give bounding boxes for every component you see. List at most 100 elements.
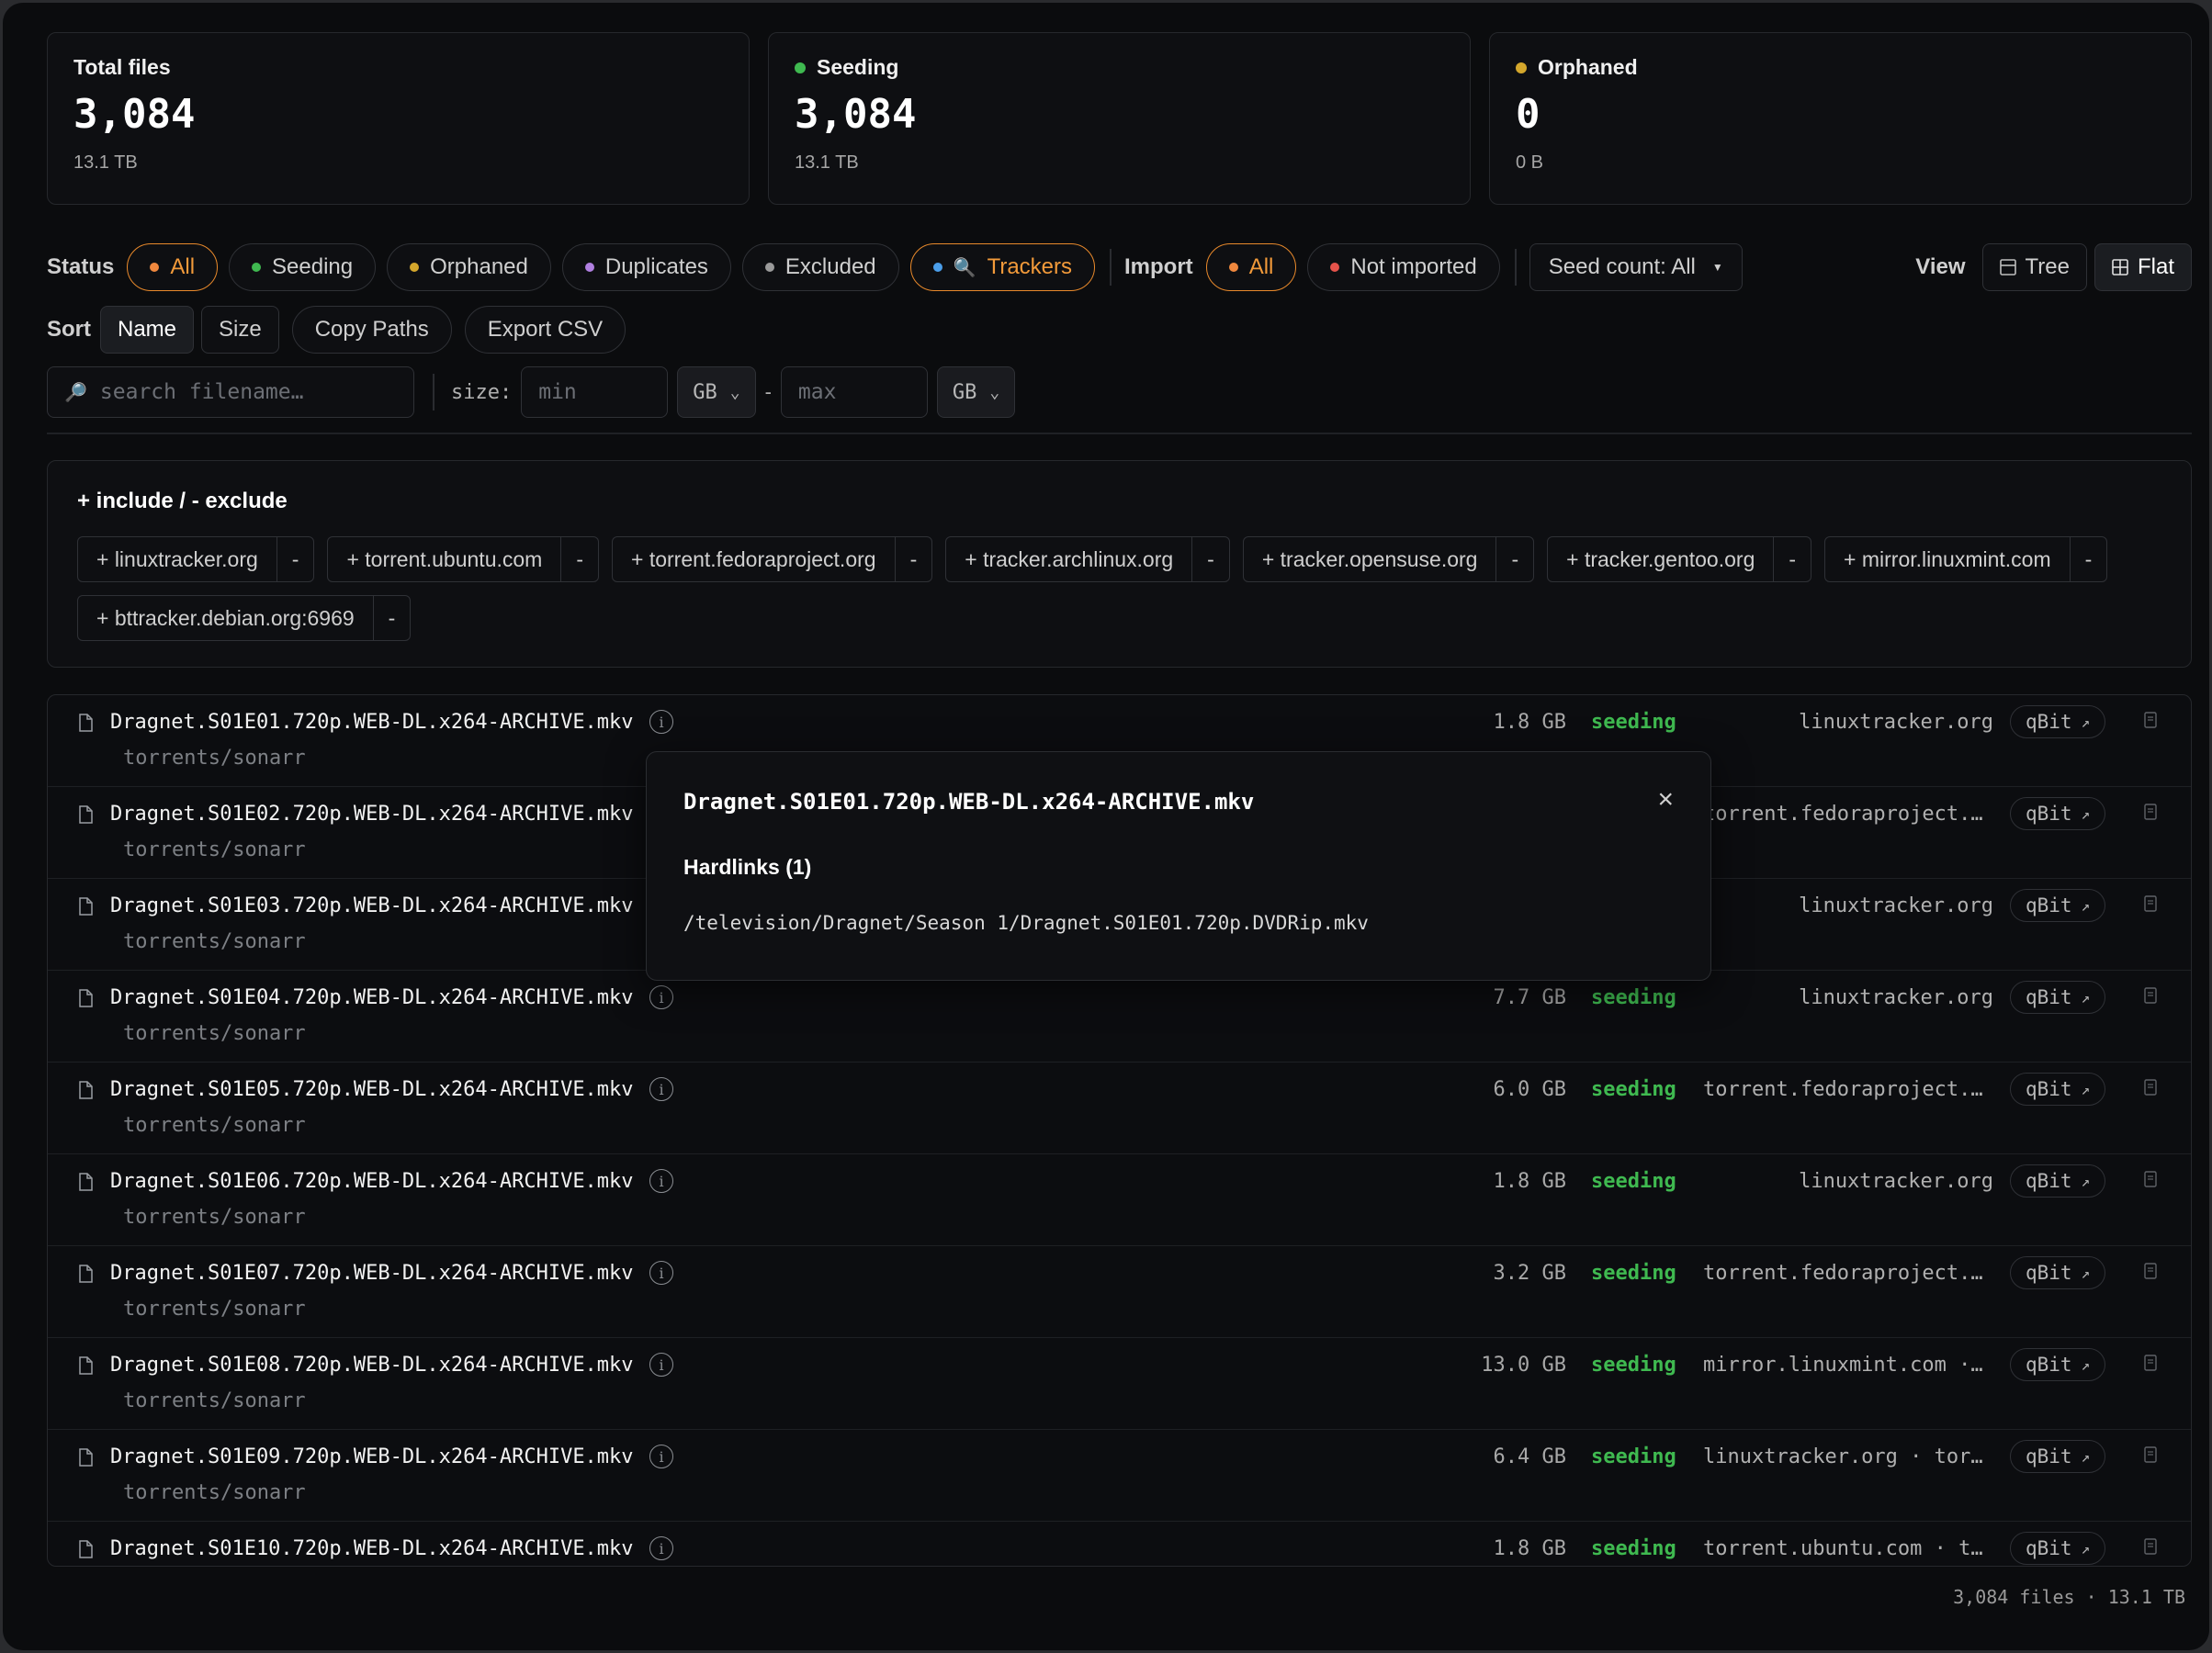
file-size: 1.8 GB xyxy=(1493,1537,1566,1560)
sort-size-button[interactable]: Size xyxy=(201,306,279,354)
qbit-link-button[interactable]: qBit ↗ xyxy=(2010,797,2106,830)
filter-import-not-imported[interactable]: Not imported xyxy=(1307,243,1500,291)
file-icon xyxy=(79,714,93,732)
info-icon[interactable]: i xyxy=(649,710,673,734)
copy-icon[interactable] xyxy=(2144,1538,2157,1555)
qbit-link-button[interactable]: qBit ↗ xyxy=(2010,1532,2106,1565)
filter-import-all[interactable]: All xyxy=(1205,243,1297,291)
status-dot-icon xyxy=(1330,263,1340,272)
qbit-link-button[interactable]: qBit ↗ xyxy=(2010,705,2106,738)
tracker-panel-title: + include / - exclude xyxy=(77,489,288,513)
close-icon[interactable]: × xyxy=(1657,786,1674,814)
stat-value: 3,084 xyxy=(73,91,196,138)
file-size: 6.4 GB xyxy=(1493,1445,1566,1468)
file-name: Dragnet.S01E04.720p.WEB-DL.x264-ARCHIVE.… xyxy=(110,986,634,1009)
size-min-input[interactable]: min xyxy=(521,366,669,418)
sort-name-button[interactable]: Name xyxy=(100,306,195,354)
tracker-include-button[interactable]: + torrent.fedoraproject.org xyxy=(613,537,895,581)
stat-cards: Total files 3,084 13.1 TB Seeding 3,084 … xyxy=(47,32,2192,205)
file-trackers: linuxtracker.org xyxy=(1799,711,1993,734)
copy-icon[interactable] xyxy=(2144,895,2157,912)
file-trackers: torrent.fedoraproject.o… xyxy=(1703,1262,1993,1285)
search-input[interactable]: 🔎 search filename… xyxy=(47,366,414,418)
copy-icon[interactable] xyxy=(2144,1171,2157,1187)
qbit-link-button[interactable]: qBit ↗ xyxy=(2010,1164,2106,1198)
info-icon[interactable]: i xyxy=(649,985,673,1009)
copy-icon[interactable] xyxy=(2144,987,2157,1004)
copy-icon[interactable] xyxy=(2144,712,2157,728)
external-link-icon: ↗ xyxy=(2081,1172,2091,1190)
copy-icon[interactable] xyxy=(2144,1263,2157,1279)
tracker-exclude-button[interactable]: - xyxy=(1495,537,1533,581)
size-min-unit-select[interactable]: GB ⌄ xyxy=(677,366,756,418)
tracker-exclude-button[interactable]: - xyxy=(276,537,314,581)
file-trackers: torrent.fedoraproject.o… xyxy=(1703,1078,1993,1101)
tracker-chip: + bttracker.debian.org:6969- xyxy=(77,595,412,641)
filter-status-duplicates[interactable]: Duplicates xyxy=(561,243,731,291)
tracker-chip: + tracker.opensuse.org - xyxy=(1242,536,1535,582)
chevron-down-icon: ⌄ xyxy=(729,382,740,402)
file-row[interactable]: Dragnet.S01E07.720p.WEB-DL.x264-ARCHIVE.… xyxy=(48,1246,2191,1338)
tracker-filter-panel: + include / - exclude + linuxtracker.org… xyxy=(47,460,2192,668)
info-icon[interactable]: i xyxy=(649,1169,673,1193)
file-icon xyxy=(79,1173,93,1191)
copy-icon[interactable] xyxy=(2144,1446,2157,1463)
qbit-link-button[interactable]: qBit ↗ xyxy=(2010,1348,2106,1381)
tracker-include-button[interactable]: + mirror.linuxmint.com xyxy=(1825,537,2070,581)
status-badge: seeding xyxy=(1591,1537,1676,1560)
tracker-include-button[interactable]: + torrent.ubuntu.com xyxy=(328,537,560,581)
copy-icon[interactable] xyxy=(2144,1355,2157,1371)
tracker-exclude-button[interactable]: - xyxy=(894,537,932,581)
tracker-chip: + linuxtracker.org - xyxy=(77,536,315,582)
tracker-exclude-button[interactable]: - xyxy=(1191,537,1229,581)
qbit-link-button[interactable]: qBit ↗ xyxy=(2010,1073,2106,1106)
file-row[interactable]: Dragnet.S01E10.720p.WEB-DL.x264-ARCHIVE.… xyxy=(48,1522,2191,1566)
export-csv-button[interactable]: Export CSV xyxy=(464,306,626,354)
size-max-unit-select[interactable]: GB ⌄ xyxy=(936,366,1016,418)
tracker-include-button[interactable]: + tracker.opensuse.org xyxy=(1244,537,1496,581)
filter-status-seeding[interactable]: Seeding xyxy=(229,243,377,291)
copy-paths-button[interactable]: Copy Paths xyxy=(291,306,452,354)
copy-icon[interactable] xyxy=(2144,804,2157,820)
tracker-include-button[interactable]: + linuxtracker.org xyxy=(78,537,276,581)
file-row[interactable]: Dragnet.S01E05.720p.WEB-DL.x264-ARCHIVE.… xyxy=(48,1063,2191,1154)
file-row[interactable]: Dragnet.S01E04.720p.WEB-DL.x264-ARCHIVE.… xyxy=(48,971,2191,1063)
view-flat-button[interactable]: Flat xyxy=(2094,243,2192,291)
tracker-chip: + torrent.ubuntu.com - xyxy=(327,536,599,582)
tracker-exclude-button[interactable]: - xyxy=(2069,537,2107,581)
tracker-exclude-button[interactable]: - xyxy=(1773,537,1811,581)
tracker-exclude-button[interactable]: - xyxy=(560,537,598,581)
range-dash: - xyxy=(764,380,772,403)
external-link-icon: ↗ xyxy=(2081,1447,2091,1466)
size-max-input[interactable]: max xyxy=(780,366,928,418)
info-icon[interactable]: i xyxy=(649,1445,673,1468)
sort-label: Sort xyxy=(47,317,91,342)
filter-status-all[interactable]: All xyxy=(127,243,219,291)
filter-status-excluded[interactable]: Excluded xyxy=(741,243,899,291)
grid-icon xyxy=(2112,259,2128,276)
tracker-include-button[interactable]: + bttracker.debian.org:6969 xyxy=(78,596,373,640)
info-icon[interactable]: i xyxy=(649,1077,673,1101)
tracker-include-button[interactable]: + tracker.gentoo.org xyxy=(1548,537,1773,581)
status-badge: seeding xyxy=(1591,1078,1676,1101)
filter-status-orphaned[interactable]: Orphaned xyxy=(387,243,551,291)
info-icon[interactable]: i xyxy=(649,1353,673,1377)
info-icon[interactable]: i xyxy=(649,1261,673,1285)
tracker-include-button[interactable]: + tracker.archlinux.org xyxy=(946,537,1191,581)
qbit-link-button[interactable]: qBit ↗ xyxy=(2010,1440,2106,1473)
tracker-exclude-button[interactable]: - xyxy=(372,596,411,640)
file-name: Dragnet.S01E10.720p.WEB-DL.x264-ARCHIVE.… xyxy=(110,1537,634,1560)
qbit-link-button[interactable]: qBit ↗ xyxy=(2010,981,2106,1014)
file-row[interactable]: Dragnet.S01E06.720p.WEB-DL.x264-ARCHIVE.… xyxy=(48,1154,2191,1246)
filter-status-trackers[interactable]: 🔍 Trackers xyxy=(909,243,1096,291)
qbit-link-button[interactable]: qBit ↗ xyxy=(2010,889,2106,922)
copy-icon[interactable] xyxy=(2144,1079,2157,1096)
file-row[interactable]: Dragnet.S01E08.720p.WEB-DL.x264-ARCHIVE.… xyxy=(48,1338,2191,1430)
info-icon[interactable]: i xyxy=(649,1536,673,1560)
view-tree-button[interactable]: Tree xyxy=(1981,243,2087,291)
import-filter-label: Import xyxy=(1124,254,1193,279)
qbit-link-button[interactable]: qBit ↗ xyxy=(2010,1256,2106,1289)
file-row[interactable]: Dragnet.S01E09.720p.WEB-DL.x264-ARCHIVE.… xyxy=(48,1430,2191,1522)
seed-count-dropdown[interactable]: Seed count: All ▼ xyxy=(1529,243,1743,291)
tracker-chip: + torrent.fedoraproject.org - xyxy=(612,536,933,582)
